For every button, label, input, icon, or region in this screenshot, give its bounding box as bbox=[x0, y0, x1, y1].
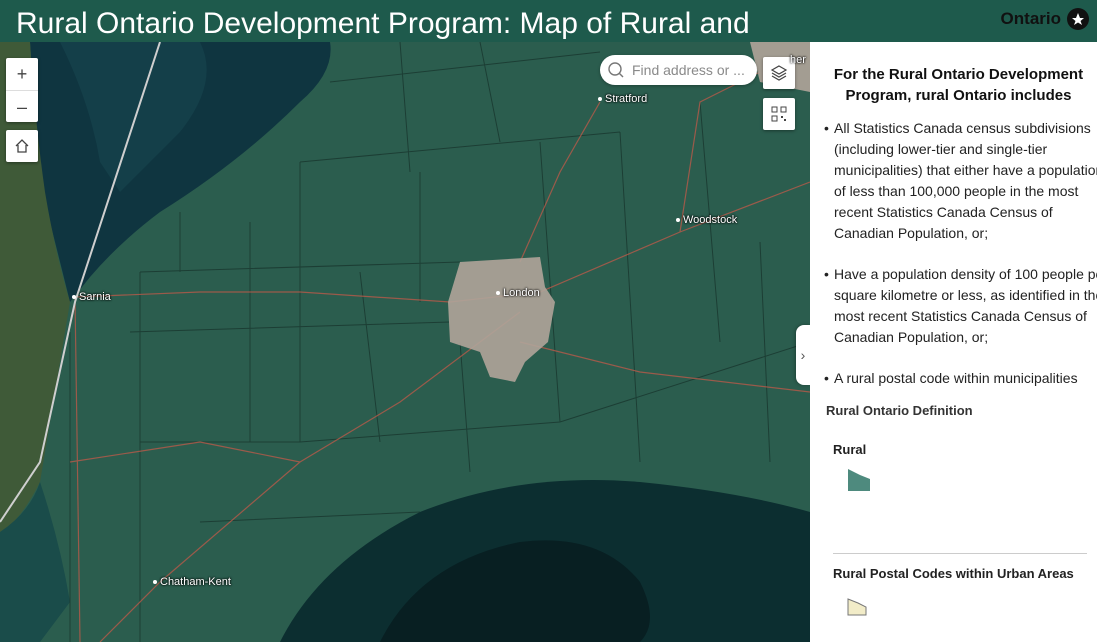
ontario-logo[interactable]: Ontario bbox=[1001, 8, 1089, 30]
bullet-item: • A rural postal code within municipaliti… bbox=[824, 370, 1078, 386]
chevron-right-icon: › bbox=[800, 347, 806, 363]
legend-panel: For the Rural Ontario Development Progra… bbox=[810, 42, 1097, 642]
app-header: Rural Ontario Development Program: Map o… bbox=[0, 0, 1097, 42]
map-basemap bbox=[0, 42, 810, 642]
city-label-woodstock: Woodstock bbox=[676, 214, 737, 226]
city-label-london: London bbox=[496, 287, 540, 299]
legend-divider bbox=[833, 553, 1087, 554]
bullet-item: • All Statistics Canada census subdivisio… bbox=[824, 120, 1097, 241]
legend-label-rural-postal: Rural Postal Codes within Urban Areas bbox=[833, 566, 1074, 581]
zoom-out-button[interactable]: – bbox=[6, 91, 38, 123]
page-title: Rural Ontario Development Program: Map o… bbox=[16, 7, 750, 40]
brand-name: Ontario bbox=[1000, 9, 1061, 28]
city-label-chatham-kent: Chatham-Kent bbox=[153, 576, 231, 588]
layers-icon bbox=[770, 65, 788, 81]
search-input[interactable] bbox=[630, 61, 756, 79]
bullet-item: • Have a population density of 100 people… bbox=[824, 266, 1097, 345]
zoom-control: + – bbox=[6, 58, 38, 122]
trillium-icon bbox=[1067, 8, 1089, 30]
rural-swatch bbox=[848, 469, 870, 491]
collapse-panel-button[interactable]: › bbox=[796, 325, 810, 385]
rural-postal-swatch bbox=[847, 598, 867, 616]
city-label-stratford: Stratford bbox=[598, 93, 647, 105]
panel-title: For the Rural Ontario Development Progra… bbox=[833, 66, 1084, 104]
legend-label-rural: Rural bbox=[833, 442, 867, 457]
qr-code-button[interactable] bbox=[763, 98, 795, 130]
qr-code-icon bbox=[771, 106, 787, 122]
search-box bbox=[600, 55, 757, 85]
partial-map-label: her bbox=[790, 54, 806, 66]
search-icon bbox=[608, 62, 624, 78]
zoom-in-button[interactable]: + bbox=[6, 58, 38, 91]
home-icon bbox=[15, 139, 29, 153]
legend-title: Rural Ontario Definition bbox=[826, 403, 973, 418]
map-view[interactable]: + – her › Stratford Woodstock London Sar… bbox=[0, 42, 810, 642]
city-label-sarnia: Sarnia bbox=[72, 291, 111, 303]
home-button[interactable] bbox=[6, 130, 38, 162]
